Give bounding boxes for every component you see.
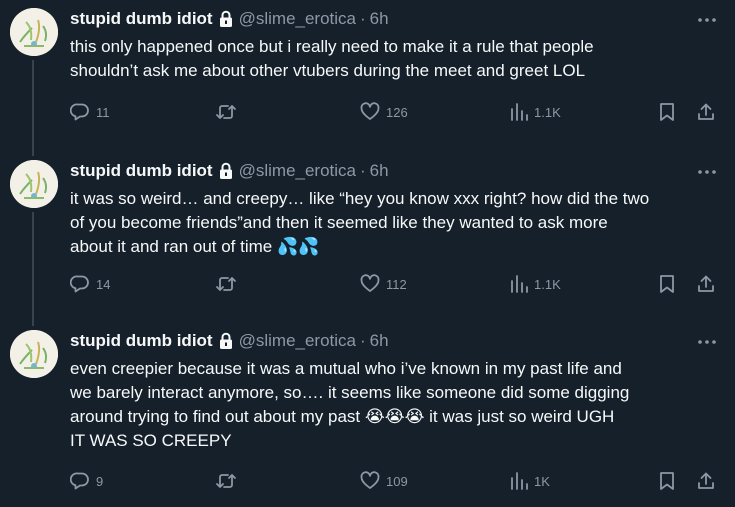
views-icon — [510, 471, 528, 491]
timestamp[interactable]: 6h — [370, 331, 389, 351]
like-count: 126 — [386, 104, 408, 120]
more-icon[interactable] — [697, 162, 717, 182]
views-button[interactable]: 1K — [510, 469, 550, 493]
heart-icon — [360, 102, 380, 122]
thread-connector-line — [32, 212, 34, 326]
timestamp[interactable]: 6h — [370, 9, 389, 29]
retweet-icon — [215, 274, 237, 294]
views-button[interactable]: 1.1K — [510, 272, 561, 296]
retweet-button[interactable] — [215, 469, 243, 493]
tweet[interactable]: stupid dumb idiot @slime_erotica · 6h it… — [0, 152, 735, 326]
separator-dot: · — [360, 331, 366, 350]
tweet-text: this only happened once but i really nee… — [70, 35, 730, 83]
retweet-button[interactable] — [215, 100, 243, 124]
like-button[interactable]: 112 — [360, 272, 407, 296]
tweet-text: even creepier because it was a mutual wh… — [70, 357, 730, 453]
bookmark-icon — [658, 274, 676, 294]
retweet-icon — [215, 102, 237, 122]
more-icon[interactable] — [697, 10, 717, 30]
bookmark-icon — [658, 102, 676, 122]
avatar[interactable] — [10, 330, 58, 378]
reply-button[interactable]: 9 — [70, 469, 103, 493]
thread-connector-line — [32, 60, 34, 156]
tweet-text: it was so weird… and creepy… like “hey y… — [70, 187, 730, 259]
reply-icon — [70, 471, 90, 491]
like-button[interactable]: 126 — [360, 100, 408, 124]
display-name[interactable]: stupid dumb idiot — [70, 9, 213, 29]
tweet-text-content: it was so weird… and creepy… like “hey y… — [70, 189, 650, 256]
lock-icon — [218, 332, 234, 350]
tweet-actions: 11 126 1.1K — [70, 100, 720, 124]
heart-icon — [360, 471, 380, 491]
tweet-actions: 9 109 1K — [70, 469, 720, 493]
display-name[interactable]: stupid dumb idiot — [70, 331, 213, 351]
share-icon — [696, 274, 716, 294]
separator-dot: · — [360, 161, 366, 180]
tweet-text-content: even creepier because it was a mutual wh… — [70, 359, 630, 450]
views-button[interactable]: 1.1K — [510, 100, 561, 124]
tweet[interactable]: stupid dumb idiot @slime_erotica · 6h ev… — [0, 322, 735, 507]
share-button[interactable] — [696, 272, 716, 296]
views-count: 1.1K — [534, 104, 561, 120]
tweet-header: stupid dumb idiot @slime_erotica · 6h — [70, 160, 719, 182]
more-icon[interactable] — [697, 332, 717, 352]
lock-icon — [218, 162, 234, 180]
retweet-icon — [215, 471, 237, 491]
retweet-button[interactable] — [215, 272, 243, 296]
like-count: 112 — [386, 276, 407, 292]
bookmark-button[interactable] — [658, 272, 676, 296]
tweet-actions: 14 112 1.1K — [70, 272, 720, 296]
tweet[interactable]: stupid dumb idiot @slime_erotica · 6h th… — [0, 0, 735, 156]
display-name[interactable]: stupid dumb idiot — [70, 161, 213, 181]
separator-dot: · — [360, 9, 366, 28]
tweet-thread: stupid dumb idiot @slime_erotica · 6h th… — [0, 0, 735, 507]
views-icon — [510, 274, 528, 294]
bookmark-icon — [658, 471, 676, 491]
reply-count: 9 — [96, 473, 104, 489]
reply-button[interactable]: 11 — [70, 100, 110, 124]
bookmark-button[interactable] — [658, 100, 676, 124]
timestamp[interactable]: 6h — [370, 161, 389, 181]
reply-count: 14 — [96, 276, 111, 292]
heart-icon — [360, 274, 380, 294]
like-button[interactable]: 109 — [360, 469, 408, 493]
share-icon — [696, 102, 716, 122]
avatar[interactable] — [10, 160, 58, 208]
like-count: 109 — [386, 473, 408, 489]
user-handle[interactable]: @slime_erotica — [239, 331, 356, 351]
reply-icon — [70, 102, 90, 122]
reply-button[interactable]: 14 — [70, 272, 110, 296]
tweet-header: stupid dumb idiot @slime_erotica · 6h — [70, 8, 719, 30]
reply-icon — [70, 274, 90, 294]
lock-icon — [218, 10, 234, 28]
sweat-droplets-emoji: 💦💦 — [276, 237, 320, 256]
share-button[interactable] — [696, 469, 716, 493]
share-button[interactable] — [696, 100, 716, 124]
avatar[interactable] — [10, 8, 58, 56]
user-handle[interactable]: @slime_erotica — [239, 9, 356, 29]
views-count: 1K — [534, 473, 550, 489]
tweet-text-content: this only happened once but i really nee… — [70, 37, 594, 80]
views-icon — [510, 102, 528, 122]
user-handle[interactable]: @slime_erotica — [239, 161, 356, 181]
tweet-header: stupid dumb idiot @slime_erotica · 6h — [70, 330, 719, 352]
reply-count: 11 — [96, 104, 110, 120]
share-icon — [696, 471, 716, 491]
bookmark-button[interactable] — [658, 469, 676, 493]
views-count: 1.1K — [534, 276, 561, 292]
